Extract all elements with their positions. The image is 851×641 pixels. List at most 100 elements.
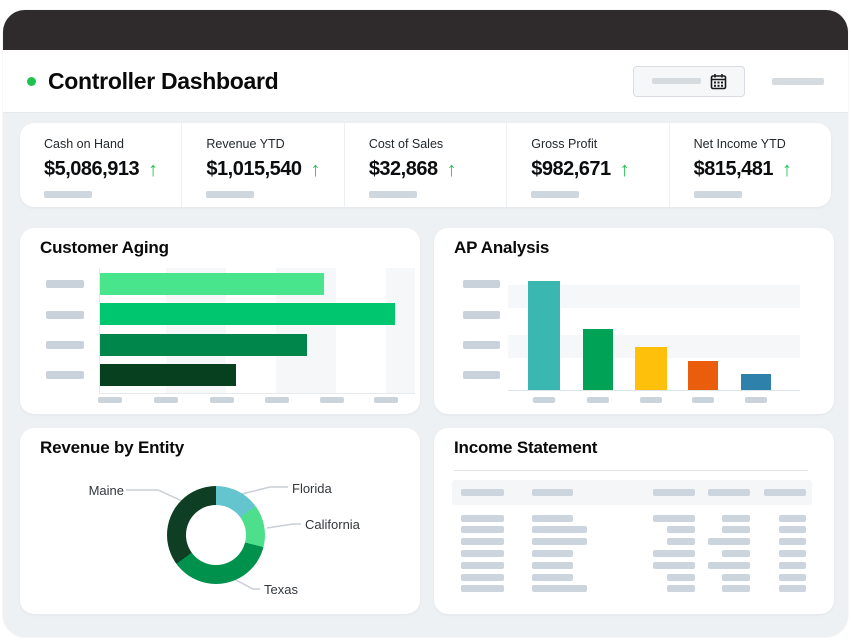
- header-text-placeholder: [772, 77, 824, 85]
- customer-aging-card: Customer Aging: [20, 228, 420, 414]
- y-tick-placeholder: [46, 280, 84, 288]
- customer-aging-chart: [99, 268, 415, 394]
- table-cell-placeholder: [653, 561, 695, 569]
- table-cell-placeholder: [532, 585, 587, 593]
- table-header-placeholder: [461, 489, 504, 496]
- kpi-label: Cost of Sales: [368, 137, 444, 151]
- table-cell-placeholder: [722, 585, 750, 593]
- x-tick-placeholder: [373, 397, 398, 403]
- title-divider: [454, 470, 808, 471]
- table-cell-placeholder: [532, 549, 573, 557]
- kpi-value: $5,086,913: [44, 158, 140, 180]
- ap-analysis-bar[interactable]: [741, 374, 771, 390]
- table-cell-placeholder: [461, 561, 504, 569]
- table-cell-placeholder: [708, 538, 750, 546]
- y-tick-placeholder: [463, 311, 500, 319]
- table-cell-placeholder: [461, 573, 504, 581]
- table-cell-placeholder: [667, 538, 695, 546]
- y-tick-placeholder: [46, 370, 84, 379]
- x-tick-placeholder: [319, 397, 344, 403]
- ap-analysis-bar[interactable]: [635, 347, 667, 390]
- table-cell-placeholder: [532, 526, 587, 534]
- table-header-placeholder: [764, 489, 806, 496]
- customer-aging-bar[interactable]: [100, 303, 395, 325]
- kpi-label: Gross Profit: [531, 137, 598, 151]
- kpi-subtext-placeholder: [531, 191, 580, 198]
- kpi-summary-card: Cash on Hand $5,086,913 ↑ Revenue YTD $1,…: [20, 123, 831, 207]
- table-cell-placeholder: [722, 526, 750, 534]
- customer-aging-bar[interactable]: [100, 334, 307, 356]
- y-tick-placeholder: [463, 371, 500, 379]
- y-tick-placeholder: [46, 310, 84, 319]
- y-tick-placeholder: [463, 341, 500, 349]
- date-value-placeholder: [651, 78, 701, 84]
- revenue-donut-chart[interactable]: [167, 486, 265, 584]
- kpi-revenue-ytd: Revenue YTD $1,015,540 ↑: [181, 123, 343, 207]
- table-cell-placeholder: [461, 538, 504, 546]
- donut-label-california: California: [305, 517, 360, 532]
- table-cell-placeholder: [722, 514, 750, 522]
- table-cell-placeholder: [779, 514, 806, 522]
- date-range-picker[interactable]: [633, 65, 745, 97]
- table-cell-placeholder: [532, 573, 573, 581]
- table-cell-placeholder: [722, 549, 750, 557]
- table-cell-placeholder: [532, 561, 573, 569]
- x-tick-placeholder: [153, 397, 178, 403]
- ap-analysis-card: AP Analysis: [434, 228, 834, 414]
- trend-up-icon: ↑: [619, 158, 630, 181]
- table-cell-placeholder: [653, 549, 695, 557]
- table-cell-placeholder: [532, 514, 573, 522]
- revenue-by-entity-card: Revenue by Entity Maine Florida Californ…: [20, 428, 420, 614]
- screenshot-canvas: Controller Dashboard Cash on Hand $5,086…: [0, 0, 851, 641]
- ap-analysis-bar[interactable]: [528, 281, 560, 390]
- x-tick-placeholder: [533, 397, 555, 403]
- table-cell-placeholder: [708, 561, 750, 569]
- table-cell-placeholder: [461, 514, 504, 522]
- table-cell-placeholder: [722, 573, 750, 581]
- kpi-net-income-ytd: Net Income YTD $815,481 ↑: [668, 123, 831, 207]
- x-tick-placeholder: [692, 397, 714, 403]
- table-cell-placeholder: [779, 538, 806, 546]
- kpi-gross-profit: Gross Profit $982,671 ↑: [506, 123, 668, 207]
- kpi-cost-of-sales: Cost of Sales $32,868 ↑: [343, 123, 506, 207]
- table-header-row: [452, 480, 812, 505]
- table-cell-placeholder: [461, 585, 504, 593]
- x-tick-placeholder: [209, 397, 234, 403]
- app-window: Controller Dashboard Cash on Hand $5,086…: [3, 10, 848, 637]
- customer-aging-bar[interactable]: [100, 364, 236, 386]
- customer-aging-bar[interactable]: [100, 273, 324, 295]
- x-tick-placeholder: [264, 397, 289, 403]
- card-title: AP Analysis: [454, 238, 550, 257]
- kpi-value: $32,868: [368, 158, 438, 180]
- kpi-label: Net Income YTD: [693, 137, 786, 151]
- ap-analysis-bar[interactable]: [583, 329, 613, 390]
- table-cell-placeholder: [779, 585, 806, 593]
- kpi-subtext-placeholder: [206, 191, 255, 198]
- card-title: Income Statement: [454, 438, 598, 457]
- kpi-subtext-placeholder: [368, 191, 417, 198]
- table-cell-placeholder: [667, 585, 695, 593]
- kpi-value: $982,671: [531, 158, 611, 180]
- table-cell-placeholder: [779, 549, 806, 557]
- window-titlebar: [3, 10, 848, 50]
- calendar-icon[interactable]: [710, 73, 727, 90]
- x-tick-placeholder: [98, 397, 122, 403]
- table-cell-placeholder: [667, 573, 695, 581]
- kpi-value: $1,015,540: [206, 158, 302, 180]
- table-cell-placeholder: [779, 573, 806, 581]
- x-tick-placeholder: [745, 397, 767, 403]
- ap-analysis-chart: [508, 281, 800, 391]
- table-cell-placeholder: [461, 526, 504, 534]
- card-title: Revenue by Entity: [40, 438, 184, 457]
- kpi-label: Cash on Hand: [44, 137, 124, 151]
- card-title: Customer Aging: [40, 238, 169, 257]
- y-tick-placeholder: [46, 341, 84, 349]
- income-statement-card: Income Statement: [434, 428, 834, 614]
- donut-label-texas: Texas: [264, 582, 298, 597]
- trend-up-icon: ↑: [446, 158, 457, 181]
- kpi-label: Revenue YTD: [206, 137, 285, 151]
- table-header-placeholder: [653, 489, 695, 496]
- table-cell-placeholder: [667, 526, 695, 534]
- kpi-subtext-placeholder: [693, 191, 742, 198]
- ap-analysis-bar[interactable]: [688, 361, 718, 390]
